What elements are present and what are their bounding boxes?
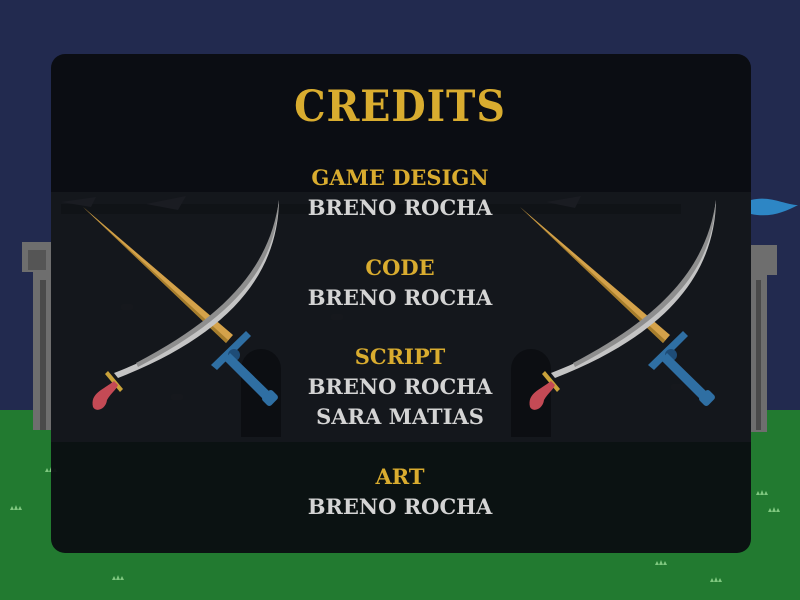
left-swords [83, 200, 279, 410]
credits-title: CREDITS [294, 82, 506, 132]
right-swords [520, 200, 716, 410]
